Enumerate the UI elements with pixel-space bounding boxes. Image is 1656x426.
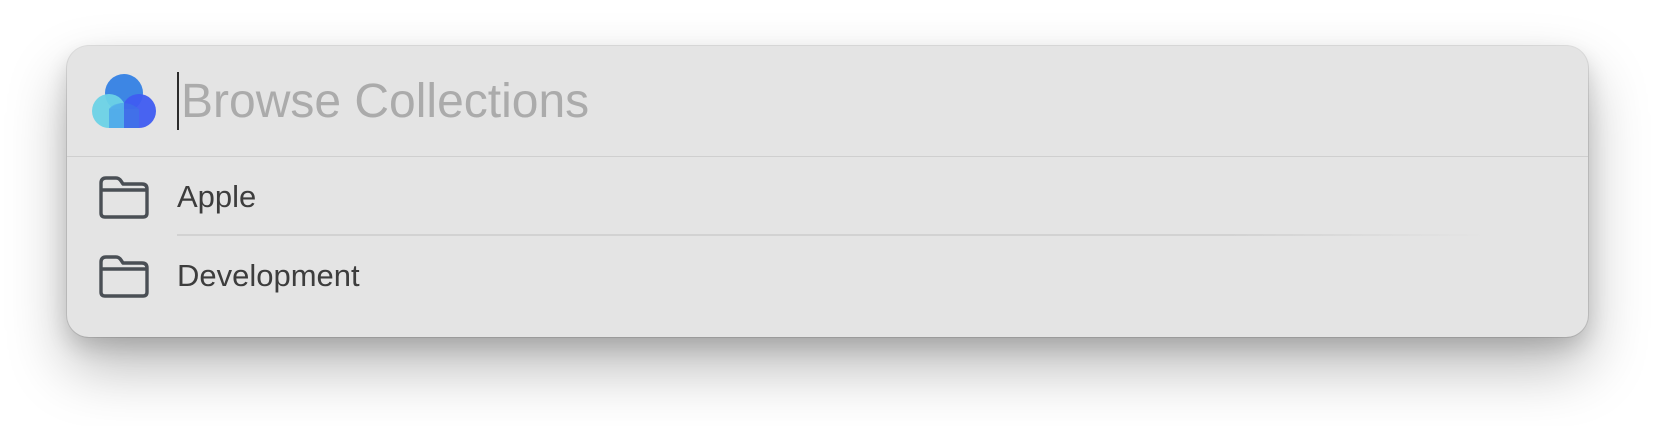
search-input[interactable]: [177, 70, 1561, 132]
text-caret: [177, 72, 179, 130]
list-item-label: Apple: [177, 179, 257, 214]
list-item-apple[interactable]: Apple: [67, 157, 1588, 236]
cloud-logo-icon: [91, 73, 157, 129]
collections-list: Apple Development: [67, 157, 1588, 315]
search-bar: [67, 46, 1588, 156]
list-item-label: Development: [177, 258, 360, 293]
collections-palette: Apple Development: [67, 46, 1588, 337]
folder-icon: [97, 175, 151, 219]
list-item-development[interactable]: Development: [67, 236, 1588, 315]
folder-icon: [97, 254, 151, 298]
